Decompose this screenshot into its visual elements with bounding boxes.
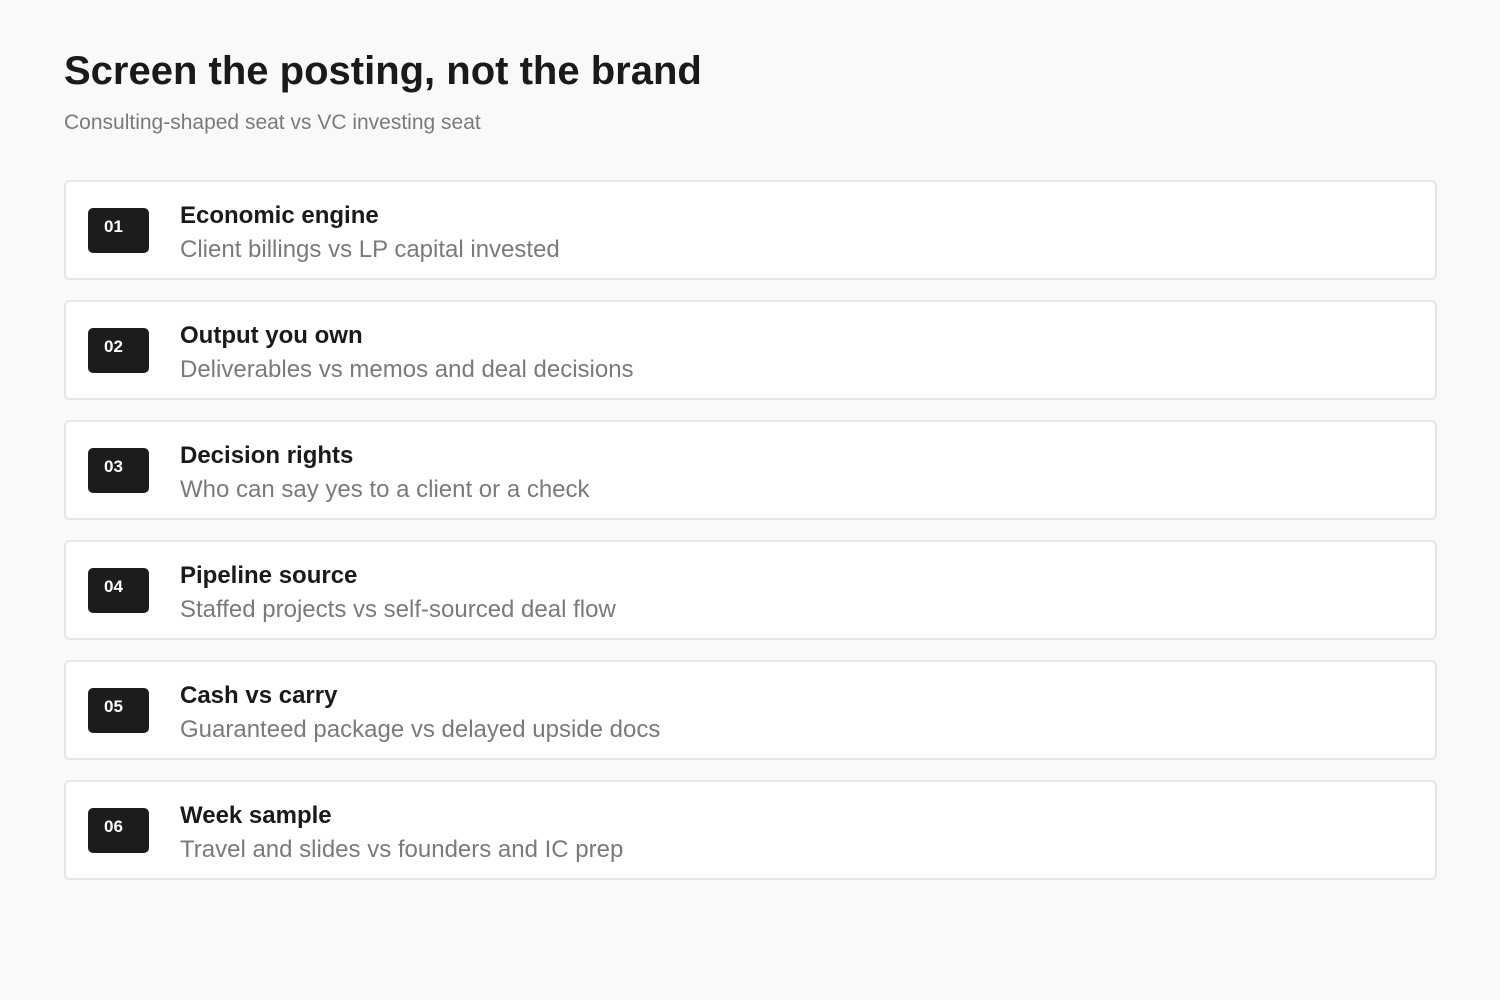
number-badge: 04 (88, 568, 149, 613)
criteria-description: Client billings vs LP capital invested (180, 236, 560, 263)
criteria-list: 01 Economic engine Client billings vs LP… (64, 180, 1437, 900)
page-title: Screen the posting, not the brand (64, 49, 702, 93)
criteria-card: 04 Pipeline source Staffed projects vs s… (64, 540, 1437, 640)
criteria-title: Cash vs carry (180, 682, 338, 709)
page-subtitle: Consulting-shaped seat vs VC investing s… (64, 111, 481, 134)
number-badge: 05 (88, 688, 149, 733)
number-badge: 01 (88, 208, 149, 253)
criteria-title: Week sample (180, 802, 332, 829)
criteria-card: 03 Decision rights Who can say yes to a … (64, 420, 1437, 520)
number-badge: 02 (88, 328, 149, 373)
criteria-description: Guaranteed package vs delayed upside doc… (180, 716, 661, 743)
criteria-description: Deliverables vs memos and deal decisions (180, 356, 634, 383)
criteria-title: Decision rights (180, 442, 354, 469)
criteria-card: 01 Economic engine Client billings vs LP… (64, 180, 1437, 280)
number-badge: 03 (88, 448, 149, 493)
criteria-card: 02 Output you own Deliverables vs memos … (64, 300, 1437, 400)
criteria-card: 05 Cash vs carry Guaranteed package vs d… (64, 660, 1437, 760)
criteria-title: Economic engine (180, 202, 379, 229)
criteria-card: 06 Week sample Travel and slides vs foun… (64, 780, 1437, 880)
criteria-description: Travel and slides vs founders and IC pre… (180, 836, 624, 863)
criteria-title: Pipeline source (180, 562, 358, 589)
criteria-description: Who can say yes to a client or a check (180, 476, 590, 503)
criteria-description: Staffed projects vs self-sourced deal fl… (180, 596, 616, 623)
number-badge: 06 (88, 808, 149, 853)
criteria-title: Output you own (180, 322, 363, 349)
